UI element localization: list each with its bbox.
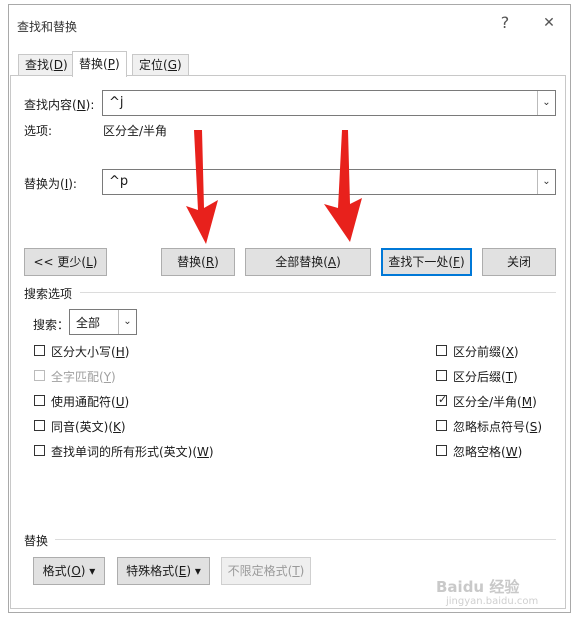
- watermark-subtext: jingyan.baidu.com: [446, 596, 539, 607]
- chevron-down-icon[interactable]: ⌄: [537, 170, 555, 194]
- checkmark-icon: ✓: [438, 393, 448, 406]
- wildcards-label[interactable]: 使用通配符(U): [51, 393, 129, 410]
- special-format-button[interactable]: 特殊格式(E) ▾: [117, 557, 210, 585]
- search-options-header: 搜索选项: [24, 287, 73, 301]
- sounds-like-label[interactable]: 同音(英文)(K): [51, 418, 126, 435]
- match-suffix-label[interactable]: 区分后缀(T): [453, 368, 518, 385]
- all-word-forms-checkbox[interactable]: [34, 445, 45, 456]
- match-case-label[interactable]: 区分大小写(H): [51, 343, 129, 360]
- format-button[interactable]: 格式(O) ▾: [33, 557, 105, 585]
- wildcards-checkbox[interactable]: [34, 395, 45, 406]
- tab-find[interactable]: 查找(D): [18, 54, 75, 75]
- replace-with-label: 替换为(I):: [24, 177, 77, 191]
- close-icon: ✕: [543, 15, 555, 31]
- arrow-to-replace-all-icon: [324, 130, 362, 242]
- ignore-punctuation-checkbox[interactable]: [436, 420, 447, 431]
- ignore-punctuation-label[interactable]: 忽略标点符号(S): [453, 418, 542, 435]
- replace-all-button[interactable]: 全部替换(A): [245, 248, 371, 276]
- whole-word-checkbox[interactable]: [34, 370, 45, 381]
- dialog-title: 查找和替换: [17, 20, 78, 34]
- chevron-down-icon[interactable]: ⌄: [537, 91, 555, 115]
- search-options-divider: [80, 292, 556, 293]
- match-prefix-checkbox[interactable]: [436, 345, 447, 356]
- find-what-combobox[interactable]: ^j ⌄: [102, 90, 556, 116]
- close-window-button[interactable]: ✕: [538, 12, 560, 34]
- help-icon: ?: [500, 13, 510, 32]
- match-width-checkbox[interactable]: ✓: [436, 393, 448, 406]
- ignore-whitespace-label[interactable]: 忽略空格(W): [453, 443, 522, 460]
- less-button[interactable]: << 更少(L): [24, 248, 107, 276]
- replace-section-header: 替换: [24, 534, 49, 548]
- help-button[interactable]: ?: [494, 12, 516, 34]
- match-width-label[interactable]: 区分全/半角(M): [453, 393, 537, 410]
- replace-button[interactable]: 替换(R): [161, 248, 235, 276]
- replace-section-divider: [55, 539, 556, 540]
- no-formatting-button[interactable]: 不限定格式(T): [221, 557, 311, 585]
- search-direction-value[interactable]: 全部: [76, 314, 100, 331]
- find-what-label: 查找内容(N):: [24, 98, 95, 112]
- chevron-down-icon[interactable]: ⌄: [118, 310, 136, 334]
- all-word-forms-label[interactable]: 查找单词的所有形式(英文)(W): [51, 443, 214, 460]
- search-direction-select[interactable]: 全部 ⌄: [69, 309, 137, 335]
- ignore-whitespace-checkbox[interactable]: [436, 445, 447, 456]
- match-suffix-checkbox[interactable]: [436, 370, 447, 381]
- whole-word-label[interactable]: 全字匹配(Y): [51, 368, 116, 385]
- sounds-like-checkbox[interactable]: [34, 420, 45, 431]
- find-what-value[interactable]: ^j: [109, 95, 124, 110]
- search-direction-label: 搜索：: [33, 318, 70, 332]
- options-label: 选项:: [24, 124, 53, 138]
- options-value: 区分全/半角: [103, 124, 168, 138]
- tab-replace[interactable]: 替换(P): [72, 51, 127, 77]
- find-next-button[interactable]: 查找下一处(F): [381, 248, 472, 276]
- replace-with-value[interactable]: ^p: [109, 174, 128, 189]
- match-prefix-label[interactable]: 区分前缀(X): [453, 343, 519, 360]
- match-case-checkbox[interactable]: [34, 345, 45, 356]
- close-button[interactable]: 关闭: [482, 248, 556, 276]
- tab-goto[interactable]: 定位(G): [132, 54, 189, 75]
- arrow-to-replace-icon: [186, 130, 218, 244]
- watermark-text: Baidu 经验: [436, 578, 520, 596]
